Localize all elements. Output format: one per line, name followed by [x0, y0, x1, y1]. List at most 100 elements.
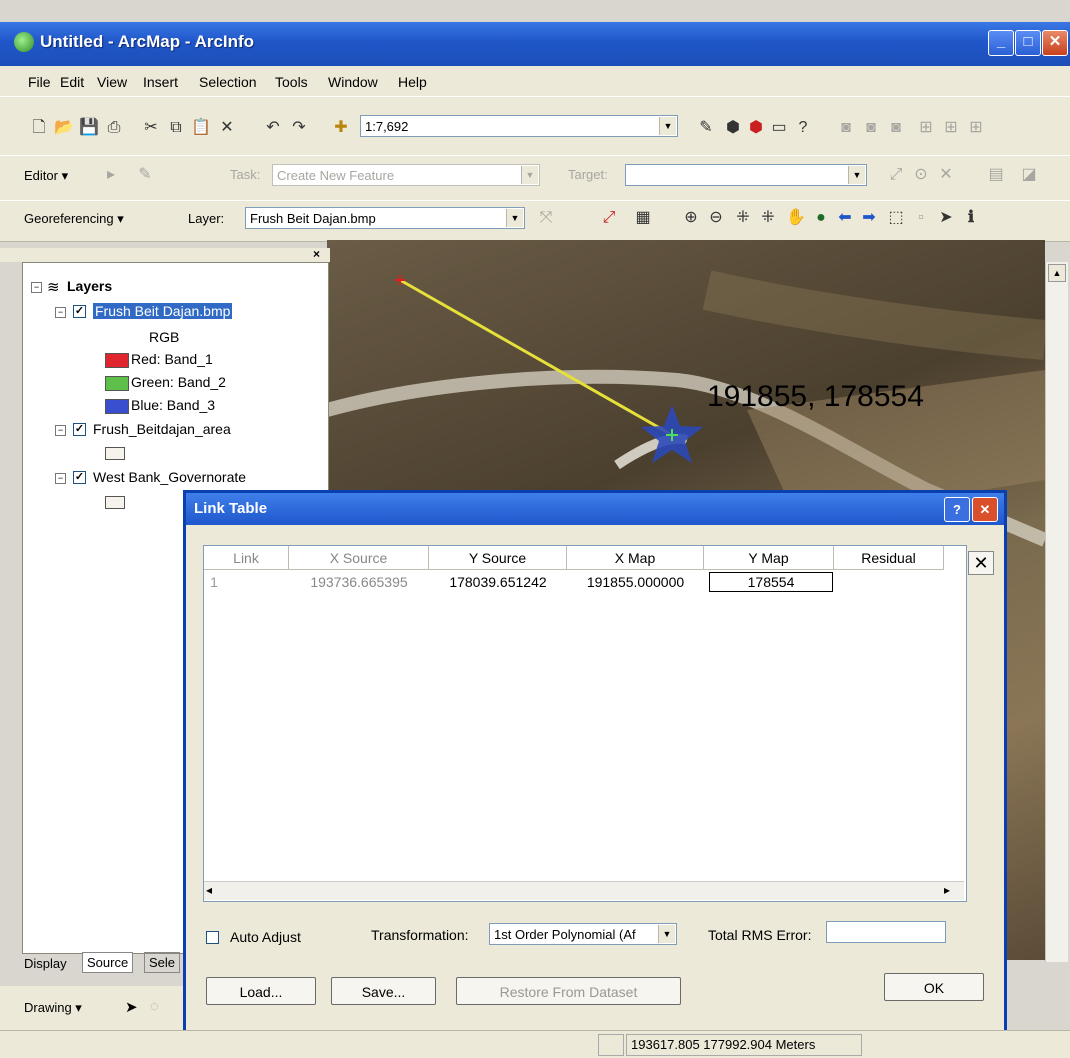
pan-icon[interactable]: ✋: [785, 207, 807, 229]
column-header-link[interactable]: Link: [204, 546, 289, 570]
select-elements-icon[interactable]: ➤: [125, 998, 138, 1016]
task-combo[interactable]: Create New Feature ▼: [272, 164, 540, 186]
new-icon[interactable]: 🗋: [28, 117, 50, 139]
view-link-table-icon[interactable]: ▦: [632, 207, 654, 229]
close-toc-icon[interactable]: ×: [313, 247, 320, 261]
add-data-icon[interactable]: ✚: [330, 117, 352, 139]
toolbox-icon[interactable]: ⬢: [745, 117, 767, 139]
transformation-combo[interactable]: 1st Order Polynomial (Af ▼: [489, 923, 677, 945]
layer-combo[interactable]: Frush Beit Dajan.bmp ▼: [245, 207, 525, 229]
layer-visibility-checkbox[interactable]: ✓: [73, 423, 86, 436]
split-icon[interactable]: ✕: [935, 164, 957, 186]
paste-icon[interactable]: 📋: [190, 117, 212, 139]
copy-icon[interactable]: ⧉: [165, 117, 187, 139]
graph-icon[interactable]: ◪: [1018, 164, 1040, 186]
table-icon[interactable]: ▤: [985, 164, 1007, 186]
tab-selection[interactable]: Sele: [144, 952, 181, 973]
load-button[interactable]: Load...: [206, 977, 316, 1005]
zoom-selected-icon[interactable]: ◙: [860, 117, 882, 139]
fixed-zoom-out-icon[interactable]: ⁜: [757, 207, 779, 229]
column-header-residual[interactable]: Residual: [834, 546, 944, 570]
chevron-down-icon[interactable]: ▼: [659, 117, 676, 135]
editor-menu[interactable]: Editor ▾: [24, 168, 68, 184]
back-icon[interactable]: ⬅: [834, 207, 856, 229]
sketch-properties-icon[interactable]: ⊙: [910, 164, 932, 186]
zoom-in-icon[interactable]: ⊕: [680, 207, 702, 229]
zoom-layer-icon[interactable]: ◙: [835, 117, 857, 139]
column-header-y-map[interactable]: Y Map: [704, 546, 834, 570]
arctoolbox-icon[interactable]: ⬢: [722, 117, 744, 139]
maximize-button[interactable]: □: [1015, 30, 1041, 56]
zoom-out-icon[interactable]: ⊖: [705, 207, 727, 229]
command-line-icon[interactable]: ▭: [768, 117, 790, 139]
menu-file[interactable]: File: [28, 74, 51, 90]
scroll-up-icon[interactable]: ▲: [1048, 264, 1066, 282]
open-icon[interactable]: 📂: [53, 117, 75, 139]
redo-icon[interactable]: ↷: [288, 117, 310, 139]
menu-edit[interactable]: Edit: [60, 74, 84, 90]
tab-source[interactable]: Source: [82, 952, 134, 973]
collapse-icon[interactable]: −: [55, 307, 66, 318]
print-icon[interactable]: ⎙: [103, 117, 125, 139]
ok-button[interactable]: OK: [884, 973, 984, 1001]
collapse-icon[interactable]: −: [31, 282, 42, 293]
column-header-x-map[interactable]: X Map: [567, 546, 704, 570]
layer-visibility-checkbox[interactable]: ✓: [73, 471, 86, 484]
close-button[interactable]: ✕: [1042, 30, 1068, 56]
attributes-icon[interactable]: ⤢: [885, 164, 907, 186]
save-icon[interactable]: 💾: [78, 117, 100, 139]
horizontal-scrollbar[interactable]: ◂ ▸: [204, 881, 964, 900]
cell-y-map-editor[interactable]: 178554: [709, 572, 833, 592]
scroll-right-icon[interactable]: ▸: [944, 883, 950, 897]
layer-visibility-checkbox[interactable]: ✓: [73, 305, 86, 318]
scroll-left-icon[interactable]: ◂: [206, 883, 212, 897]
layout-icon-3[interactable]: ⊞: [965, 117, 987, 139]
chevron-down-icon[interactable]: ▼: [506, 209, 523, 227]
select-features-icon[interactable]: ⬚: [885, 207, 907, 229]
editor-toolbar-icon[interactable]: ✎: [695, 117, 717, 139]
menu-view[interactable]: View: [97, 74, 127, 90]
georeferencing-menu[interactable]: Georeferencing ▾: [24, 211, 124, 227]
minimize-button[interactable]: _: [988, 30, 1014, 56]
refresh-icon[interactable]: ◙: [885, 117, 907, 139]
forward-icon[interactable]: ➡: [858, 207, 880, 229]
dialog-close-button[interactable]: ✕: [972, 497, 998, 522]
fixed-zoom-in-icon[interactable]: ⁜: [732, 207, 754, 229]
cut-icon[interactable]: ✂: [140, 117, 162, 139]
menu-tools[interactable]: Tools: [275, 74, 308, 90]
collapse-icon[interactable]: −: [55, 425, 66, 436]
column-header-x-source[interactable]: X Source: [289, 546, 429, 570]
chevron-down-icon[interactable]: ▼: [658, 925, 675, 943]
full-extent-icon[interactable]: ●: [810, 207, 832, 229]
whats-this-icon[interactable]: ?: [792, 117, 814, 139]
menu-window[interactable]: Window: [328, 74, 378, 90]
select-elements-icon[interactable]: ➤: [935, 207, 957, 229]
chevron-down-icon[interactable]: ▼: [521, 166, 538, 184]
menu-insert[interactable]: Insert: [143, 74, 178, 90]
menu-selection[interactable]: Selection: [199, 74, 257, 90]
chevron-down-icon[interactable]: ▼: [848, 166, 865, 184]
delete-link-button[interactable]: ✕: [968, 551, 994, 575]
save-button[interactable]: Save...: [331, 977, 436, 1005]
delete-icon[interactable]: ✕: [216, 117, 238, 139]
rotate-icon[interactable]: ⤧: [535, 207, 557, 229]
tab-display[interactable]: Display: [24, 956, 67, 971]
menu-help[interactable]: Help: [398, 74, 427, 90]
target-combo[interactable]: ▼: [625, 164, 867, 186]
drawing-menu[interactable]: Drawing ▾: [24, 1000, 82, 1016]
undo-icon[interactable]: ↶: [262, 117, 284, 139]
rotate-icon[interactable]: ◌: [150, 998, 159, 1015]
sketch-tool-icon[interactable]: ✎: [134, 164, 156, 186]
map-vertical-scrollbar[interactable]: ▲: [1045, 262, 1068, 962]
edit-tool-icon[interactable]: ▸: [100, 164, 122, 186]
column-header-y-source[interactable]: Y Source: [429, 546, 567, 570]
auto-adjust-checkbox[interactable]: [206, 931, 219, 944]
collapse-icon[interactable]: −: [55, 473, 66, 484]
restore-from-dataset-button[interactable]: Restore From Dataset: [456, 977, 681, 1005]
scale-combo[interactable]: 1:7,692 ▼: [360, 115, 678, 137]
help-button[interactable]: ?: [944, 497, 970, 522]
identify-icon[interactable]: ℹ: [960, 207, 982, 229]
layout-icon-2[interactable]: ⊞: [940, 117, 962, 139]
layout-icon-1[interactable]: ⊞: [915, 117, 937, 139]
add-control-points-icon[interactable]: ⤢: [598, 207, 620, 229]
